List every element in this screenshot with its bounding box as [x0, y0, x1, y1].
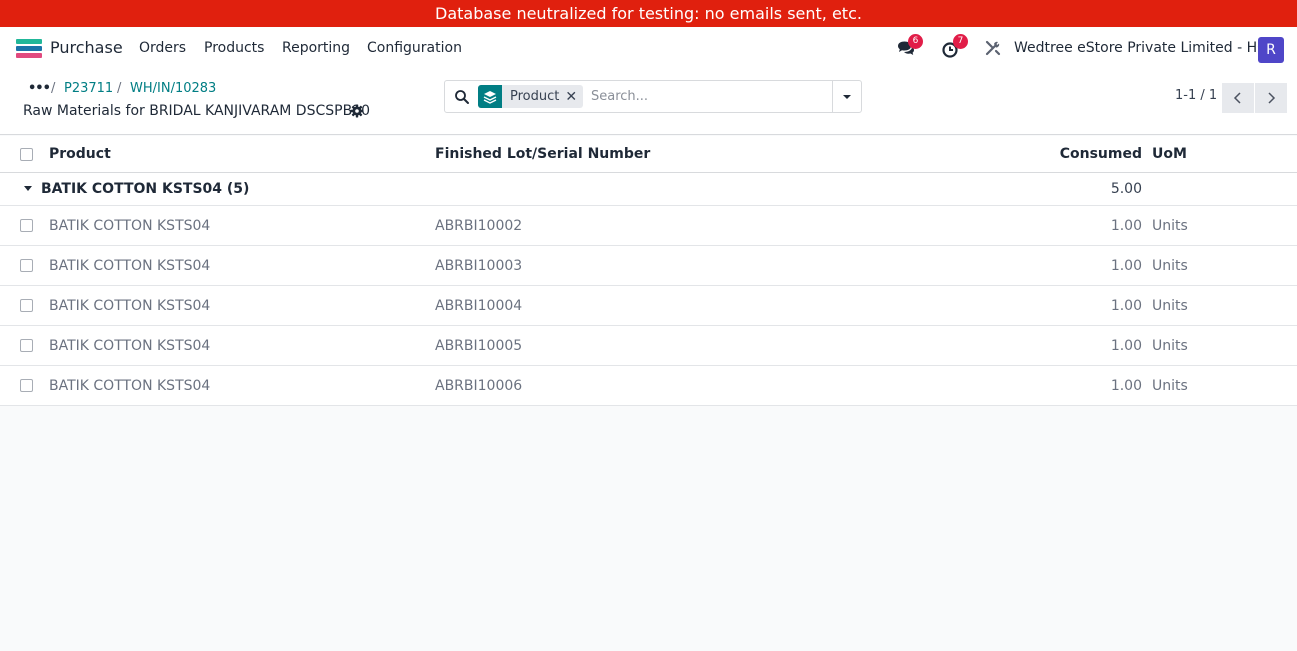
- menu-configuration[interactable]: Configuration: [367, 40, 462, 56]
- cell-lot: ABRBI10003: [435, 258, 523, 274]
- pager-value[interactable]: 1-1 / 1: [1175, 88, 1217, 103]
- table-row[interactable]: BATIK COTTON KSTS04 ABRBI10006 1.00 Unit…: [0, 366, 1297, 406]
- menu-reporting[interactable]: Reporting: [282, 40, 350, 56]
- facet-label: Product: [510, 89, 560, 104]
- cell-uom: Units: [1152, 218, 1188, 234]
- caret-down-icon: [843, 94, 851, 99]
- caret-down-icon: [24, 186, 32, 191]
- column-header-product[interactable]: Product: [49, 146, 111, 162]
- chevron-left-icon: [1233, 92, 1241, 104]
- search-bar: Product ✕: [444, 80, 862, 113]
- cell-lot: ABRBI10004: [435, 298, 523, 314]
- menu-orders[interactable]: Orders: [139, 40, 186, 56]
- app-name[interactable]: Purchase: [50, 38, 123, 57]
- row-checkbox[interactable]: [20, 259, 33, 272]
- pager-next-button[interactable]: [1255, 83, 1287, 113]
- breadcrumb-separator: /: [51, 81, 56, 96]
- pager-previous-button[interactable]: [1222, 83, 1254, 113]
- group-label: BATIK COTTON KSTS04 (5): [41, 181, 250, 197]
- cell-lot: ABRBI10005: [435, 338, 523, 354]
- cell-lot: ABRBI10002: [435, 218, 523, 234]
- moves-list-table: Product Finished Lot/Serial Number Consu…: [0, 136, 1297, 406]
- cell-product: BATIK COTTON KSTS04: [49, 258, 211, 274]
- column-header-uom[interactable]: UoM: [1152, 146, 1187, 162]
- cell-lot: ABRBI10006: [435, 378, 523, 394]
- table-row[interactable]: BATIK COTTON KSTS04 ABRBI10002 1.00 Unit…: [0, 206, 1297, 246]
- cell-product: BATIK COTTON KSTS04: [49, 218, 211, 234]
- cell-consumed: 1.00: [1110, 258, 1142, 274]
- breadcrumb-separator: /: [117, 81, 122, 96]
- menu-products[interactable]: Products: [204, 40, 264, 56]
- search-icon[interactable]: [454, 89, 470, 105]
- row-checkbox[interactable]: [20, 339, 33, 352]
- breadcrumb-purchase-order[interactable]: P23711: [64, 81, 113, 96]
- search-facet-group-by[interactable]: Product ✕: [478, 85, 584, 108]
- page-title: Raw Materials for BRIDAL KANJIVARAM DSCS…: [23, 103, 370, 119]
- search-options-toggle[interactable]: [832, 81, 861, 112]
- table-row[interactable]: BATIK COTTON KSTS04 ABRBI10003 1.00 Unit…: [0, 246, 1297, 286]
- chevron-right-icon: [1268, 92, 1276, 104]
- user-avatar[interactable]: R: [1258, 37, 1284, 63]
- close-icon[interactable]: ✕: [565, 89, 583, 105]
- table-header: Product Finished Lot/Serial Number Consu…: [0, 136, 1297, 173]
- layers-icon: [478, 85, 502, 108]
- cell-product: BATIK COTTON KSTS04: [49, 298, 211, 314]
- activities-button[interactable]: 7: [941, 34, 968, 59]
- messages-button[interactable]: 6: [896, 34, 923, 59]
- purchase-app-icon[interactable]: [16, 39, 42, 59]
- messages-badge: 6: [908, 34, 923, 49]
- cell-consumed: 1.00: [1110, 298, 1142, 314]
- search-input[interactable]: [591, 85, 827, 108]
- table-row[interactable]: BATIK COTTON KSTS04 ABRBI10004 1.00 Unit…: [0, 286, 1297, 326]
- cell-uom: Units: [1152, 258, 1188, 274]
- row-checkbox[interactable]: [20, 299, 33, 312]
- cell-uom: Units: [1152, 338, 1188, 354]
- row-checkbox[interactable]: [20, 379, 33, 392]
- test-database-banner: Database neutralized for testing: no ema…: [0, 0, 1297, 27]
- cell-uom: Units: [1152, 298, 1188, 314]
- top-navbar: Purchase Orders Products Reporting Confi…: [0, 27, 1297, 71]
- cell-product: BATIK COTTON KSTS04: [49, 378, 211, 394]
- debug-tools-button[interactable]: [984, 39, 1004, 59]
- breadcrumb-receipt[interactable]: WH/IN/10283: [130, 81, 216, 96]
- cell-consumed: 1.00: [1110, 218, 1142, 234]
- company-switcher[interactable]: Wedtree eStore Private Limited - HO: [1014, 40, 1268, 56]
- column-header-lot[interactable]: Finished Lot/Serial Number: [435, 146, 650, 162]
- cell-consumed: 1.00: [1110, 338, 1142, 354]
- table-row[interactable]: BATIK COTTON KSTS04 ABRBI10005 1.00 Unit…: [0, 326, 1297, 366]
- tools-icon: [985, 40, 1001, 56]
- cell-product: BATIK COTTON KSTS04: [49, 338, 211, 354]
- cell-consumed: 1.00: [1110, 378, 1142, 394]
- breadcrumb-more-button[interactable]: •••: [28, 81, 51, 96]
- control-panel: ••• / P23711 / WH/IN/10283 Raw Materials…: [0, 71, 1297, 135]
- gear-icon[interactable]: [349, 103, 365, 119]
- group-total-consumed: 5.00: [1110, 181, 1142, 197]
- cell-uom: Units: [1152, 378, 1188, 394]
- activities-badge: 7: [953, 34, 968, 49]
- row-checkbox[interactable]: [20, 219, 33, 232]
- column-header-consumed[interactable]: Consumed: [1060, 146, 1142, 162]
- select-all-checkbox[interactable]: [20, 148, 33, 161]
- group-row[interactable]: BATIK COTTON KSTS04 (5) 5.00: [0, 173, 1297, 206]
